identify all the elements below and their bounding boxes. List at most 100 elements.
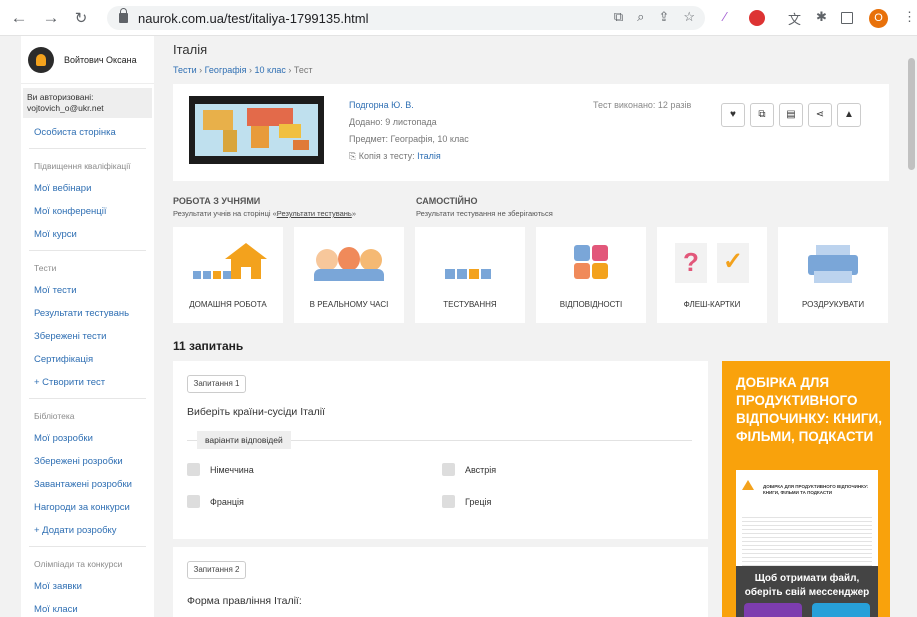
sidebar-item-classes[interactable]: Мої класи [21,598,154,617]
map-land [279,124,301,138]
user-avatar[interactable] [28,46,54,73]
question-card: Запитання 2 Форма правління Італії: [173,547,708,617]
copy-source-link[interactable]: Італія [417,151,441,161]
sidebar-item-contest-awards[interactable]: Нагороди за конкурси [21,496,154,519]
extensions-puzzle-icon[interactable]: ✱ [816,9,827,25]
like-button[interactable]: ♥ [721,103,745,127]
house-icon [173,243,283,283]
page-title: Італія [173,42,208,57]
scrollbar-thumb[interactable] [908,58,915,170]
tile-print[interactable]: РОЗДРУКУВАТИ [778,227,888,323]
translate-extension-icon[interactable]: 文 [788,9,801,28]
bookmark-star-icon[interactable]: ☆ [683,9,695,25]
pdf-button[interactable]: ▤ [779,103,803,127]
user-block[interactable]: Войтович Оксана [21,36,154,84]
answer-variants-label: варіанти відповідей [197,431,291,449]
viber-button[interactable] [744,603,802,617]
profile-avatar[interactable]: O [869,9,888,28]
printer-icon [778,243,888,283]
puzzle-icon [536,243,646,283]
map-land [293,140,309,150]
back-icon[interactable]: ← [6,8,32,28]
sidebar-divider [29,148,146,149]
create-test-link[interactable]: + Створити тест [21,371,154,394]
checkbox[interactable] [442,463,455,476]
tile-realtime[interactable]: В РЕАЛЬНОМУ ЧАСІ [294,227,404,323]
auth-email: vojtovich_o@ukr.net [27,103,104,113]
answer-option-label: Німеччина [210,464,254,475]
results-link[interactable]: Результати тестувань [277,209,352,218]
install-app-icon[interactable]: ⧉ [614,9,623,25]
sidebar-item-courses[interactable]: Мої курси [21,223,154,246]
share-icon[interactable]: ⇪ [658,9,669,25]
answer-option-label: Греція [465,496,492,507]
tile-homework[interactable]: ДОМАШНЯ РОБОТА [173,227,283,323]
author-link[interactable]: Подгорна Ю. В. [349,100,414,110]
tile-matching[interactable]: ВІДПОВІДНОСТІ [536,227,646,323]
sidebar-item-profile[interactable]: Особиста сторінка [21,121,154,144]
forward-icon[interactable]: → [38,8,64,28]
sidebar-item-my-tests[interactable]: Мої тести [21,279,154,302]
question-text: Форма правління Італії: [187,595,302,607]
breadcrumb-tests[interactable]: Тести [173,65,197,75]
sidebar-item-saved-tests[interactable]: Збережені тести [21,325,154,348]
user-name[interactable]: Войтович Оксана [64,55,137,65]
checkbox[interactable] [187,463,200,476]
share-button[interactable]: ⋖ [808,103,832,127]
sidebar-item-saved-developments[interactable]: Збережені розробки [21,450,154,473]
test-actions: ♥ ⧉ ▤ ⋖ ▲ [721,103,861,127]
sidebar-divider [29,398,146,399]
breadcrumb: Тести › Географія › 10 клас › Тест [173,65,313,75]
answer-option[interactable]: Франція [187,495,244,508]
auth-info: Ви авторизовані: vojtovich_o@ukr.net [23,88,152,118]
question-number-badge: Запитання 1 [187,375,246,393]
sidebar-item-test-results[interactable]: Результати тестувань [21,302,154,325]
lock-icon[interactable] [119,8,128,23]
sidebar-item-conferences[interactable]: Мої конференції [21,200,154,223]
browser-menu-icon[interactable]: ⋮ [903,9,916,25]
promo-cta-text: Щоб отримати файл, оберіть свій мессендж… [744,573,870,598]
tile-realtime-label: В РЕАЛЬНОМУ ЧАСІ [309,300,389,309]
sidebar-item-downloaded-developments[interactable]: Завантажені розробки [21,473,154,496]
breadcrumb-geography[interactable]: Географія [205,65,247,75]
test-cover-image[interactable] [189,96,324,164]
tile-flashcards[interactable]: ? ✓ ФЛЕШ-КАРТКИ [657,227,767,323]
breadcrumb-grade[interactable]: 10 клас [255,65,286,75]
page-scrollbar[interactable] [905,36,917,617]
report-button[interactable]: ▲ [837,103,861,127]
address-bar[interactable]: naurok.com.ua/test/italiya-1799135.html … [107,6,705,30]
add-development-link[interactable]: + Додати розробку [21,519,154,542]
warning-icon: ▲ [844,109,854,120]
tile-testing[interactable]: ТЕСТУВАННЯ [415,227,525,323]
adblock-extension-icon[interactable] [749,10,765,26]
answer-option-label: Австрія [465,464,497,475]
sidebar-item-certification[interactable]: Сертифікація [21,348,154,371]
heart-icon: ♥ [730,109,736,120]
promo-banner[interactable]: ДОБІРКА ДЛЯ ПРОДУКТИВНОГО ВІДПОЧИНКУ: КН… [722,361,890,617]
pen-extension-icon[interactable]: ∕ [724,9,726,24]
sidebar-heading-tests: Тести [34,263,57,273]
side-panel-icon[interactable] [841,12,853,24]
auth-label: Ви авторизовані: [27,92,94,102]
section-self-title: САМОСТІЙНО [416,196,478,206]
answer-option[interactable]: Греція [442,495,491,508]
checkbox[interactable] [442,495,455,508]
section-sub-suffix: » [351,209,356,218]
question-count: 11 запитань [173,339,244,353]
map-land [251,126,269,148]
test-info-card: Подгорна Ю. В. Додано: 9 листопада Предм… [173,84,889,181]
sidebar-item-applications[interactable]: Мої заявки [21,575,154,598]
tile-homework-label: ДОМАШНЯ РОБОТА [189,300,267,309]
flashcards-icon: ? ✓ [657,243,767,283]
tile-print-label: РОЗДРУКУВАТИ [801,300,865,309]
zoom-icon[interactable]: ⌕ [637,9,644,25]
answer-option[interactable]: Німеччина [187,463,254,476]
copy-button[interactable]: ⧉ [750,103,774,127]
sidebar-item-webinars[interactable]: Мої вебінари [21,177,154,200]
tile-matching-label: ВІДПОВІДНОСТІ [559,300,623,309]
sidebar-item-my-developments[interactable]: Мої розробки [21,427,154,450]
reload-icon[interactable]: ↻ [68,9,94,27]
answer-option[interactable]: Австрія [442,463,496,476]
checkbox[interactable] [187,495,200,508]
telegram-button[interactable] [812,603,870,617]
